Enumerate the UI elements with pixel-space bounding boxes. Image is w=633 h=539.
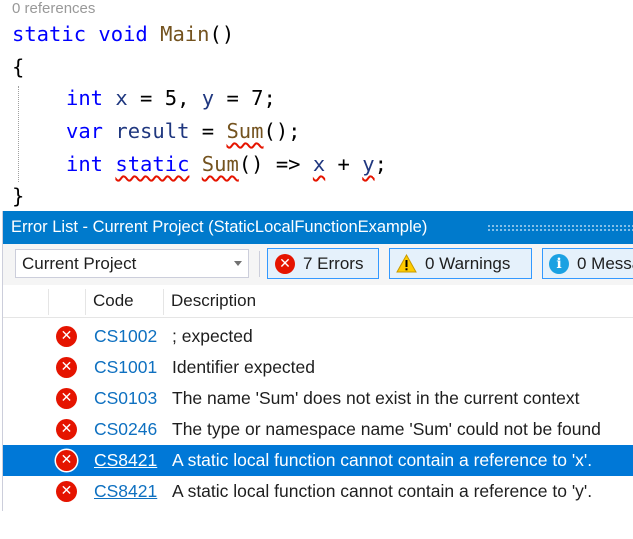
column-divider[interactable] — [48, 289, 49, 315]
error-description: ; expected — [172, 326, 253, 346]
warnings-filter-label: 0 Warnings — [425, 253, 511, 273]
error-code[interactable]: CS0103 — [94, 383, 157, 414]
warnings-filter-button[interactable]: 0 Warnings — [389, 248, 532, 279]
reference-y-error[interactable]: y — [362, 152, 374, 176]
error-icon: ✕ — [56, 388, 77, 409]
info-icon: i — [549, 253, 569, 274]
error-icon: ✕ — [56, 481, 77, 502]
keyword-var: var — [66, 119, 104, 143]
assign-op: = — [189, 119, 227, 143]
variable-result: result — [115, 119, 190, 143]
table-row[interactable]: ✕ CS8421 A static local function cannot … — [3, 476, 633, 507]
semicolon: ; — [374, 152, 387, 176]
toolbar-separator — [259, 251, 260, 277]
table-row[interactable]: ✕ CS0246 The type or namespace name 'Sum… — [3, 414, 633, 445]
table-row[interactable]: ✕ CS1001 Identifier expected — [3, 352, 633, 383]
code-line-2: { — [12, 55, 25, 79]
code-line-4: var result = Sum(); — [66, 115, 301, 147]
indent-guide — [18, 86, 19, 182]
error-description: A static local function cannot contain a… — [172, 450, 593, 470]
errors-filter-label: 7 Errors — [303, 253, 364, 273]
error-icon: ✕ — [56, 357, 77, 378]
error-list-panel: Error List - Current Project (StaticLoca… — [2, 211, 633, 511]
plus-op: + — [325, 152, 363, 176]
keyword-int: int — [66, 86, 104, 110]
keyword-static-error[interactable]: static — [115, 152, 189, 176]
error-list-titlebar[interactable]: Error List - Current Project (StaticLoca… — [3, 211, 633, 244]
drag-grip[interactable] — [487, 224, 633, 232]
variable-x: x — [115, 86, 128, 110]
keyword-void: void — [98, 22, 148, 46]
code-editor[interactable]: 0 references static void Main() { int x … — [0, 0, 633, 211]
column-divider[interactable] — [85, 289, 86, 315]
messages-filter-label: 0 Messages — [577, 253, 633, 273]
error-description: Identifier expected — [172, 357, 316, 377]
error-code[interactable]: CS1001 — [94, 352, 157, 383]
code-line-6: } — [12, 184, 25, 208]
warning-icon — [396, 254, 417, 273]
error-icon: ✕ — [275, 253, 295, 274]
scope-dropdown[interactable]: Current Project — [15, 249, 249, 278]
error-list-toolbar: Current Project ✕ 7 Errors 0 Warnings i … — [3, 244, 633, 285]
error-icon: ✕ — [56, 326, 77, 347]
lambda-arrow: () => — [238, 152, 313, 176]
call-parens: (); — [263, 119, 301, 143]
table-row-selected[interactable]: ✕ CS8421 A static local function cannot … — [3, 445, 633, 476]
errors-filter-button[interactable]: ✕ 7 Errors — [267, 248, 379, 279]
scope-dropdown-value: Current Project — [22, 254, 137, 273]
call-sum-error[interactable]: Sum — [226, 119, 263, 143]
error-list-title: Error List - Current Project (StaticLoca… — [11, 218, 428, 236]
params: () — [209, 22, 235, 46]
column-header-description[interactable]: Description — [171, 285, 256, 317]
error-icon: ✕ — [56, 419, 77, 440]
code-line-5: int static Sum() => x + y; — [66, 148, 387, 180]
assign-1: = 5, — [127, 86, 202, 110]
error-description: The type or namespace name 'Sum' could n… — [172, 419, 601, 439]
reference-x-error[interactable]: x — [313, 152, 325, 176]
column-divider[interactable] — [163, 289, 164, 315]
column-header-row: Code Description — [3, 285, 633, 318]
keyword-int: int — [66, 152, 104, 176]
error-description: A static local function cannot contain a… — [172, 481, 593, 501]
variable-y: y — [201, 86, 215, 110]
error-description: The name 'Sum' does not exist in the cur… — [172, 388, 580, 408]
error-code[interactable]: CS8421 — [94, 476, 157, 507]
table-row[interactable]: ✕ CS0103 The name 'Sum' does not exist i… — [3, 383, 633, 414]
code-line-3: int x = 5, y = 7; — [66, 82, 276, 114]
error-code[interactable]: CS1002 — [94, 321, 157, 352]
method-name-main: Main — [160, 22, 210, 46]
local-function-sum-error[interactable]: Sum — [202, 152, 239, 176]
keyword-static: static — [12, 22, 87, 46]
column-header-code[interactable]: Code — [93, 285, 134, 317]
code-line-1: static void Main() — [12, 18, 234, 50]
error-code[interactable]: CS0246 — [94, 414, 157, 445]
error-code[interactable]: CS8421 — [94, 445, 157, 476]
error-icon: ✕ — [56, 450, 77, 471]
assign-2: = 7; — [214, 86, 276, 110]
error-list-rows: ✕ CS1002 ; expected ✕ CS1001 Identifier … — [3, 318, 633, 510]
messages-filter-button[interactable]: i 0 Messages — [542, 248, 633, 279]
table-row[interactable]: ✕ CS1002 ; expected — [3, 321, 633, 352]
codelens-references[interactable]: 0 references — [12, 0, 95, 18]
chevron-down-icon — [234, 261, 242, 266]
